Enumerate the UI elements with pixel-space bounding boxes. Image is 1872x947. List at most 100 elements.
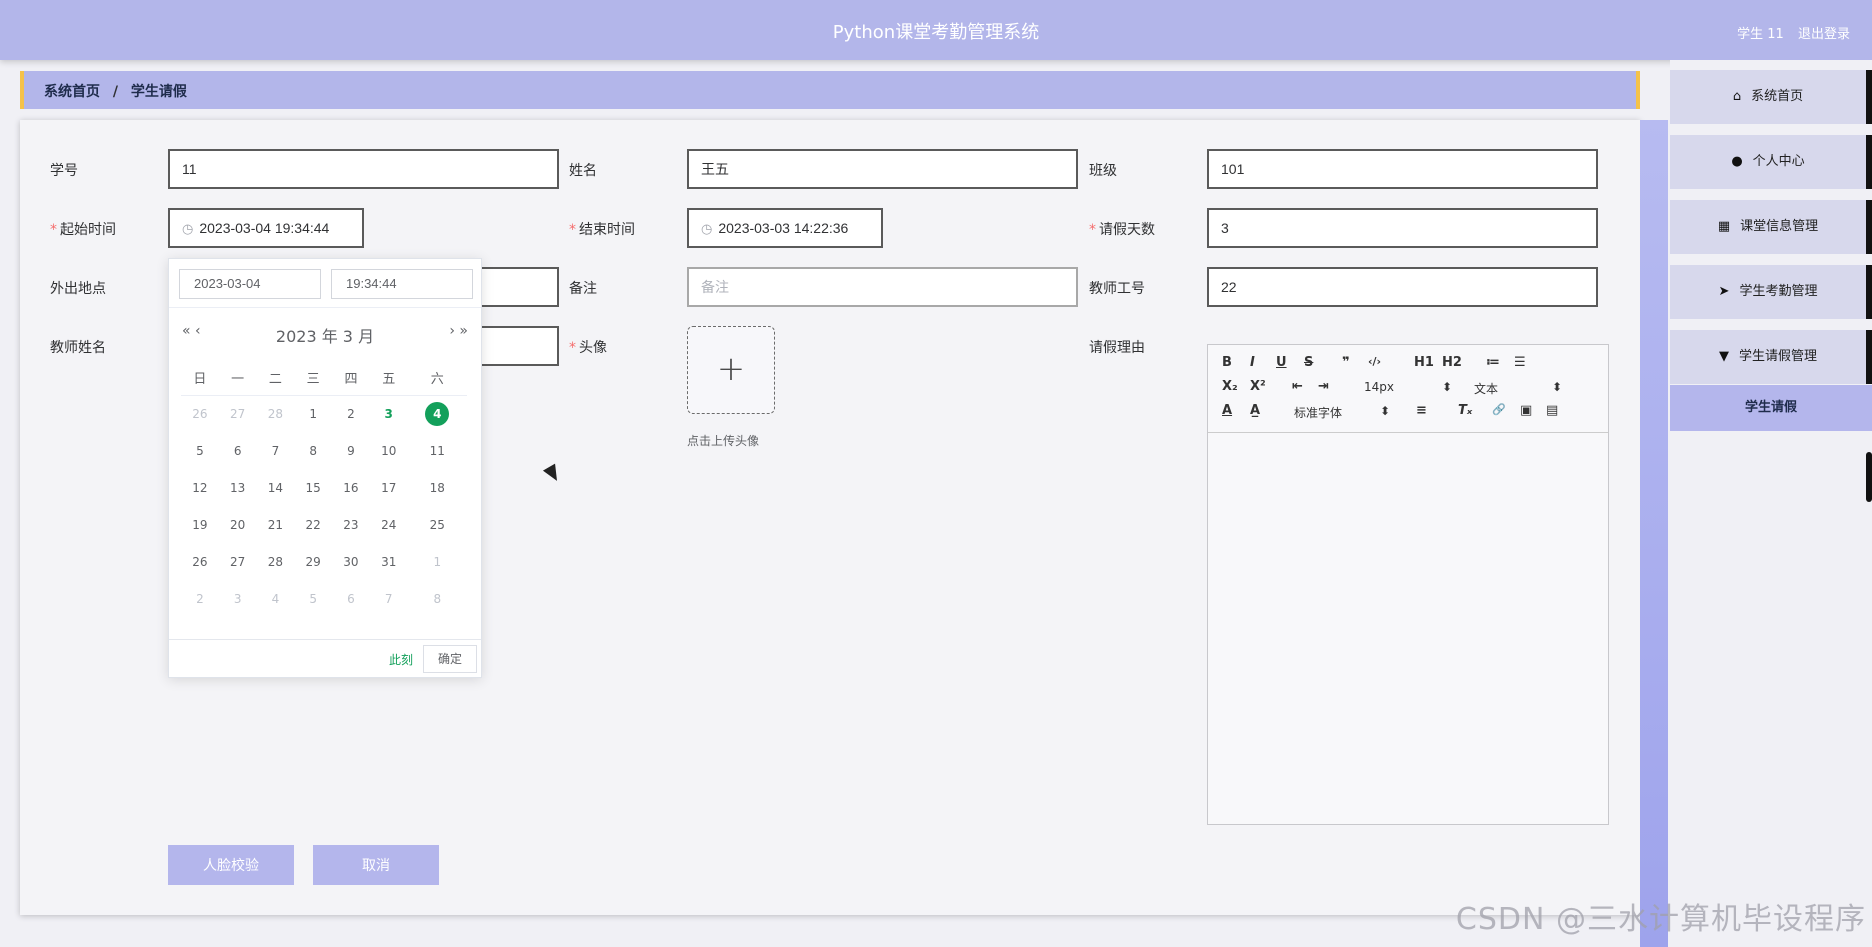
superscript-icon[interactable]: X² [1250, 379, 1266, 394]
picker-time-input[interactable]: 19:34:44 [331, 269, 473, 299]
calendar-day[interactable]: 23 [332, 506, 370, 543]
calendar-day[interactable]: 19 [181, 506, 219, 543]
calendar-day[interactable]: 9 [332, 432, 370, 469]
calendar-day[interactable]: 24 [370, 506, 408, 543]
image-icon[interactable]: ▣ [1520, 403, 1532, 418]
picker-confirm-button[interactable]: 确定 [423, 645, 477, 673]
indent-icon[interactable]: ⇥ [1318, 379, 1329, 394]
calendar-day[interactable]: 12 [181, 469, 219, 506]
sidebar-item-profile[interactable]: ● 个人中心 [1670, 135, 1872, 189]
scrollbar-thumb[interactable] [1866, 452, 1872, 502]
calendar-day[interactable]: 13 [219, 469, 257, 506]
next-month-year-icon[interactable]: › » [449, 323, 468, 339]
calendar-day[interactable]: 8 [294, 432, 332, 469]
video-icon[interactable]: ▤ [1546, 403, 1558, 418]
calendar-day[interactable]: 26 [181, 395, 219, 432]
calendar-day[interactable]: 5 [294, 580, 332, 617]
calendar-day[interactable]: 5 [181, 432, 219, 469]
calendar-day[interactable]: 3 [219, 580, 257, 617]
breadcrumb-home[interactable]: 系统首页 [44, 84, 100, 100]
remark-input[interactable]: 备注 [687, 267, 1078, 307]
font-family-select[interactable]: 标准字体 [1294, 404, 1342, 421]
calendar-day[interactable]: 7 [257, 432, 295, 469]
calendar-day[interactable]: 27 [219, 395, 257, 432]
calendar-day[interactable]: 1 [294, 395, 332, 432]
calendar-day[interactable]: 7 [370, 580, 408, 617]
calendar-day[interactable]: 2 [332, 395, 370, 432]
text-type-select[interactable]: 文本 [1474, 380, 1498, 397]
calendar-day-today[interactable]: 3 [370, 395, 408, 432]
font-size-select[interactable]: 14px [1364, 380, 1394, 394]
avatar-upload-button[interactable]: + [687, 326, 775, 414]
calendar-day[interactable]: 15 [294, 469, 332, 506]
bullet-list-icon[interactable]: ☰ [1514, 355, 1526, 370]
calendar-day[interactable]: 1 [408, 543, 467, 580]
font-color-icon[interactable]: A [1222, 403, 1232, 418]
student-id-input[interactable]: 11 [168, 149, 559, 189]
calendar-day[interactable]: 14 [257, 469, 295, 506]
calendar-week: 26 27 28 1 2 3 4 [181, 395, 467, 432]
date-picker-popup: 2023-03-04 19:34:44 « ‹ 2023 年 3 月 › » 日… [168, 258, 482, 678]
days-input[interactable]: 3 [1207, 208, 1598, 248]
required-mark: * [50, 222, 57, 238]
logout-link[interactable]: 退出登录 [1798, 27, 1850, 42]
background-color-icon[interactable]: A̲ [1250, 403, 1260, 418]
picker-now-button[interactable]: 此刻 [389, 651, 413, 668]
teacher-id-input[interactable]: 22 [1207, 267, 1598, 307]
start-time-input[interactable]: ◷ 2023-03-04 19:34:44 [168, 208, 364, 248]
face-check-button[interactable]: 人脸校验 [168, 845, 294, 885]
editor-content-area[interactable] [1208, 433, 1608, 825]
start-time-label: * 起始时间 [50, 219, 116, 239]
calendar-day[interactable]: 27 [219, 543, 257, 580]
outdent-icon[interactable]: ⇤ [1292, 379, 1303, 394]
quote-icon[interactable]: ❞ [1342, 355, 1350, 370]
link-icon[interactable]: 🔗 [1492, 403, 1506, 416]
bold-icon[interactable]: B [1222, 355, 1232, 370]
calendar-day[interactable]: 17 [370, 469, 408, 506]
calendar-day[interactable]: 10 [370, 432, 408, 469]
picker-date-input[interactable]: 2023-03-04 [179, 269, 321, 299]
subscript-icon[interactable]: X₂ [1222, 379, 1238, 394]
h1-icon[interactable]: H1 [1414, 355, 1434, 370]
end-time-input[interactable]: ◷ 2023-03-03 14:22:36 [687, 208, 883, 248]
calendar-day[interactable]: 25 [408, 506, 467, 543]
sidebar: ⌂ 系统首页 ● 个人中心 ▦ 课堂信息管理 ➤ 学生考勤管理 ▼ 学生请假管理 学生请假 [1670, 60, 1872, 947]
calendar-day[interactable]: 20 [219, 506, 257, 543]
calendar-day[interactable]: 21 [257, 506, 295, 543]
calendar-day[interactable]: 28 [257, 543, 295, 580]
sidebar-item-leave[interactable]: ▼ 学生请假管理 [1670, 330, 1872, 384]
calendar-day[interactable]: 2 [181, 580, 219, 617]
h2-icon[interactable]: H2 [1442, 355, 1462, 370]
clear-format-icon[interactable]: Tₓ [1458, 403, 1472, 418]
ordered-list-icon[interactable]: ≔ [1486, 355, 1500, 370]
underline-icon[interactable]: U [1276, 355, 1287, 370]
calendar-day[interactable]: 29 [294, 543, 332, 580]
calendar-day[interactable]: 26 [181, 543, 219, 580]
sidebar-item-attendance[interactable]: ➤ 学生考勤管理 [1670, 265, 1872, 319]
calendar-day[interactable]: 6 [332, 580, 370, 617]
calendar-day[interactable]: 30 [332, 543, 370, 580]
sidebar-item-class-info[interactable]: ▦ 课堂信息管理 [1670, 200, 1872, 254]
calendar-day[interactable]: 4 [257, 580, 295, 617]
italic-icon[interactable]: I [1250, 355, 1255, 370]
weekday-label: 五 [369, 361, 408, 396]
calendar-day[interactable]: 6 [219, 432, 257, 469]
calendar-day[interactable]: 8 [408, 580, 467, 617]
name-input[interactable]: 王五 [687, 149, 1078, 189]
calendar-day[interactable]: 31 [370, 543, 408, 580]
weekday-label: 六 [407, 361, 467, 396]
strike-icon[interactable]: S [1304, 355, 1313, 370]
align-icon[interactable]: ≡ [1416, 403, 1427, 418]
calendar-week: 19 20 21 22 23 24 25 [181, 506, 467, 543]
code-icon[interactable]: ‹/› [1368, 355, 1381, 368]
calendar-day[interactable]: 28 [257, 395, 295, 432]
class-input[interactable]: 101 [1207, 149, 1598, 189]
calendar-day[interactable]: 11 [408, 432, 467, 469]
calendar-day-selected[interactable]: 4 [408, 395, 467, 432]
sidebar-item-home[interactable]: ⌂ 系统首页 [1670, 70, 1872, 124]
calendar-day[interactable]: 16 [332, 469, 370, 506]
calendar-day[interactable]: 18 [408, 469, 467, 506]
cancel-button[interactable]: 取消 [313, 845, 439, 885]
calendar-day[interactable]: 22 [294, 506, 332, 543]
sidebar-subitem-student-leave[interactable]: 学生请假 [1670, 385, 1872, 431]
